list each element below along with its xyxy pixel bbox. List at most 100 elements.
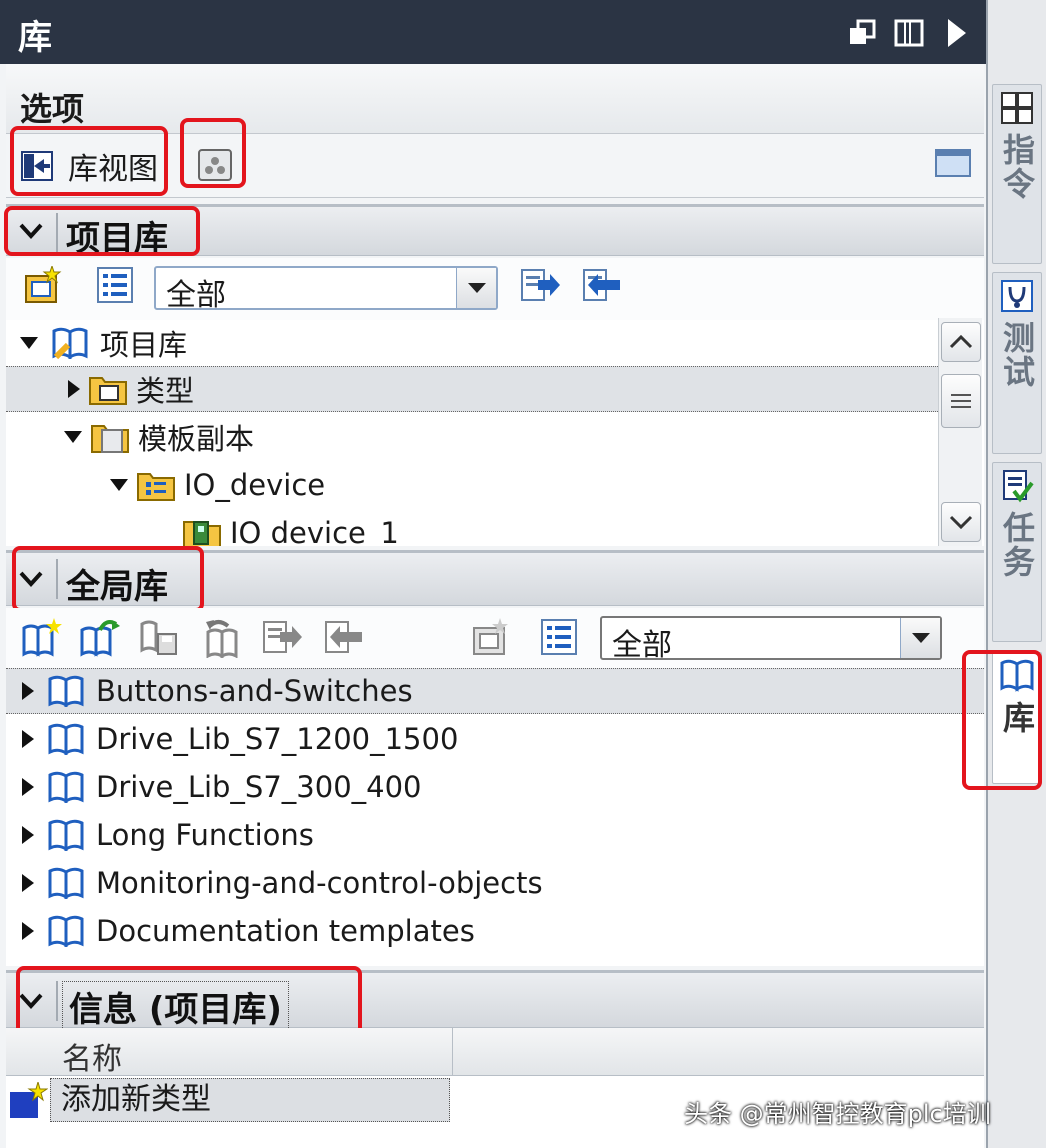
dropdown-arrow-icon[interactable] [456,268,496,308]
project-library-toolbar: 全部 [6,258,984,320]
info-title: 信息 (项目库) [62,981,289,1032]
tab-testing[interactable]: 测试 [992,272,1042,454]
project-library-header[interactable]: 项目库 [6,204,984,259]
filter-value: 全部 [612,628,672,663]
library-book-icon [48,675,84,707]
expand-arrow-icon[interactable] [22,730,34,748]
global-library-item[interactable]: Long Functions [6,812,984,858]
import-global-icon[interactable] [322,618,362,658]
collapse-panel-icon[interactable] [942,18,972,48]
global-library-label: Drive_Lib_S7_1200_1500 [96,722,459,756]
expand-arrow-icon[interactable] [22,922,34,940]
global-library-item[interactable]: Drive_Lib_S7_300_400 [6,764,984,810]
tab-label: 库 [998,701,1036,735]
tree-item-master-copies[interactable]: 模板副本 [6,414,938,460]
project-library-tree: 项目库 类型 模板副本 IO_device IO device_1 [6,320,984,546]
expand-arrow-icon[interactable] [22,874,34,892]
tree-item-io-device-1[interactable]: IO device_1 [6,510,938,546]
tree-item-label: 项目库 [100,328,188,362]
header-separator [56,559,58,599]
tree-item-label: IO device_1 [230,516,399,546]
panel-layout-icon[interactable] [934,144,974,184]
library-view-button[interactable]: 库视图 [14,142,164,190]
expand-arrow-icon[interactable] [110,479,128,491]
chevron-down-icon[interactable] [18,567,44,595]
global-library-item[interactable]: Buttons-and-Switches [6,668,984,714]
tab-libraries[interactable]: 库 [992,652,1042,784]
project-library-icon [52,327,88,359]
global-library-label: Long Functions [96,818,314,852]
project-library-scrollbar[interactable] [938,318,982,546]
split-view-icon[interactable] [894,18,924,48]
global-library-toolbar: 全部 [6,608,984,668]
library-book-icon [48,867,84,899]
library-book-icon [48,819,84,851]
expand-arrow-icon[interactable] [22,826,34,844]
float-window-icon[interactable] [848,18,878,48]
list-view-global-icon[interactable] [540,618,580,658]
instructions-icon [1001,92,1033,124]
global-library-item[interactable]: Documentation templates [6,908,984,954]
tasks-icon [1003,470,1034,503]
testing-icon [1001,280,1033,312]
tree-item-types[interactable]: 类型 [6,366,938,412]
tab-instructions[interactable]: 指令 [992,84,1042,264]
scroll-up-icon[interactable] [941,322,981,362]
add-new-type-label: 添加新类型 [50,1078,450,1122]
library-panel: 库 选项 库视图 项目库 全部 项目库 类型 模板副本 IO_device IO… [0,0,1046,1148]
expand-arrow-icon[interactable] [22,778,34,796]
library-management-icon[interactable] [196,146,236,186]
export-global-icon[interactable] [262,618,302,658]
io-device-folder-icon [137,473,175,501]
expand-arrow-icon[interactable] [22,682,34,700]
scroll-thumb[interactable] [941,374,981,428]
info-header[interactable]: 信息 (项目库) [6,970,984,1032]
library-view-icon [21,151,53,181]
header-separator [56,213,58,253]
tree-item-label: 类型 [136,374,195,408]
chevron-down-icon[interactable] [18,219,44,247]
global-library-title: 全局库 [66,567,168,607]
add-type-global-icon[interactable] [470,618,510,658]
add-type-icon[interactable] [22,264,62,306]
global-library-label: Drive_Lib_S7_300_400 [96,770,422,804]
global-library-header[interactable]: 全局库 [6,550,984,607]
task-cards-strip: 指令 测试 任务 库 [986,0,1046,1148]
info-table-header: 名称 [6,1028,984,1078]
global-library-item[interactable]: Drive_Lib_S7_1200_1500 [6,716,984,762]
import-icon[interactable] [580,266,620,306]
close-global-library-icon[interactable] [202,618,242,659]
scroll-down-icon[interactable] [941,502,981,542]
open-global-library-icon[interactable] [80,618,120,658]
save-global-library-icon[interactable] [140,618,180,658]
options-header: 选项 [6,64,984,134]
expand-arrow-icon[interactable] [64,431,82,443]
global-library-filter-select[interactable]: 全部 [600,616,942,663]
options-toolbar: 库视图 [6,134,984,198]
panel-title: 库 [18,18,52,58]
global-library-list: Buttons-and-Switches Drive_Lib_S7_1200_1… [6,668,984,966]
global-library-item[interactable]: Monitoring-and-control-objects [6,860,984,906]
column-header-name[interactable]: 名称 [62,1034,122,1078]
global-library-label: Documentation templates [96,914,475,948]
list-view-icon[interactable] [96,266,136,306]
new-global-library-icon[interactable] [22,618,62,658]
types-folder-icon [89,377,127,405]
header-separator [56,981,58,1021]
global-library-label: Buttons-and-Switches [96,674,413,708]
info-row-add-type[interactable]: 添加新类型 [6,1078,452,1124]
chevron-down-icon[interactable] [18,989,44,1017]
master-copies-folder-icon [91,425,129,453]
watermark-text: 头条 @常州智控教育plc培训 [684,1100,991,1128]
tree-item-io-device[interactable]: IO_device [6,462,938,508]
expand-arrow-icon[interactable] [68,380,80,398]
project-library-filter-select[interactable]: 全部 [154,266,498,313]
export-icon[interactable] [520,266,560,306]
expand-arrow-icon[interactable] [20,337,38,349]
dropdown-arrow-icon[interactable] [900,618,940,658]
library-book-icon [48,723,84,755]
tree-item-project-library[interactable]: 项目库 [6,320,938,366]
column-separator[interactable] [452,1028,453,1076]
tree-item-label: IO_device [184,468,326,502]
tab-tasks[interactable]: 任务 [992,462,1042,642]
